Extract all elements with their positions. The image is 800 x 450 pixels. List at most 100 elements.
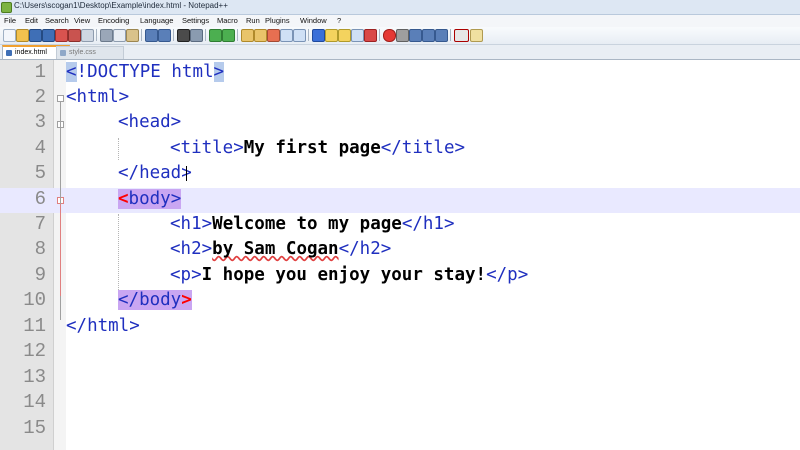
body-open-gt: > <box>170 189 182 209</box>
line-number: 12 <box>23 340 46 362</box>
h1-open-tag: <h1> <box>170 214 213 234</box>
p-text: I hope you enjoy your stay! <box>201 265 487 285</box>
play-macro-icon[interactable] <box>409 29 422 42</box>
line-number: 14 <box>23 391 46 413</box>
replace-icon[interactable] <box>190 29 203 42</box>
function-list-icon[interactable] <box>338 29 351 42</box>
code-line-11: </html> <box>66 316 140 336</box>
p-open-tag: <p> <box>170 265 202 285</box>
record-macro-icon[interactable] <box>383 29 396 42</box>
doc-map-icon[interactable] <box>325 29 338 42</box>
fold-html-icon[interactable] <box>57 95 64 102</box>
stop-macro-icon[interactable] <box>396 29 409 42</box>
toolbar-separator <box>237 29 238 41</box>
save-macro-icon[interactable] <box>435 29 448 42</box>
zoom-out-icon[interactable] <box>222 29 235 42</box>
code-line-10: </body> <box>118 288 192 313</box>
open-file-icon[interactable] <box>16 29 29 42</box>
print-icon[interactable] <box>81 29 94 42</box>
saved-file-icon <box>60 50 66 56</box>
word-wrap-icon[interactable] <box>267 29 280 42</box>
menu-search[interactable]: Search <box>45 16 69 25</box>
code-line-7: <h1>Welcome to my page</h1> <box>170 212 455 237</box>
menu-language[interactable]: Language <box>140 16 173 25</box>
show-all-chars-icon[interactable] <box>280 29 293 42</box>
save-icon[interactable] <box>29 29 42 42</box>
toolbar-separator <box>96 29 97 41</box>
line-number: 10 <box>23 289 46 311</box>
menu-settings[interactable]: Settings <box>182 16 209 25</box>
tab-label: index.html <box>15 49 47 56</box>
menu-edit[interactable]: Edit <box>25 16 38 25</box>
code-line-2: <html> <box>66 87 130 107</box>
line-number: 6 <box>34 188 46 210</box>
copy-icon[interactable] <box>113 29 126 42</box>
zoom-in-icon[interactable] <box>209 29 222 42</box>
menu-plugins[interactable]: Plugins <box>265 16 290 25</box>
p-close-tag: </p> <box>486 265 529 285</box>
menu-help[interactable]: ? <box>337 16 341 25</box>
menu-encoding[interactable]: Encoding <box>98 16 129 25</box>
tab-style-css[interactable]: style.css <box>56 46 124 59</box>
spell-check-icon[interactable] <box>454 29 469 42</box>
user-language-icon[interactable] <box>312 29 325 42</box>
sync-horizontal-icon[interactable] <box>254 29 267 42</box>
line-number: 1 <box>34 61 46 83</box>
new-file-icon[interactable] <box>3 29 16 42</box>
close-all-icon[interactable] <box>68 29 81 42</box>
notepad-plus-plus-icon <box>1 2 12 13</box>
toolbar-separator <box>308 29 309 41</box>
h1-close-tag: </h1> <box>401 214 455 234</box>
menu-window[interactable]: Window <box>300 16 327 25</box>
play-macro-multiple-icon[interactable] <box>422 29 435 42</box>
line-number: 4 <box>34 137 46 159</box>
saved-file-icon <box>6 50 12 56</box>
menu-run[interactable]: Run <box>246 16 260 25</box>
toolbar-separator <box>379 29 380 41</box>
toolbar-separator <box>205 29 206 41</box>
body-open-name: body <box>128 189 171 209</box>
spell-check-settings-icon[interactable] <box>470 29 483 42</box>
line-number: 13 <box>23 366 46 388</box>
h2-close-tag: </h2> <box>338 239 392 259</box>
indent-guide <box>118 214 119 290</box>
redo-icon[interactable] <box>158 29 171 42</box>
fold-line-active <box>60 204 61 296</box>
body-close-gt: > <box>181 290 192 310</box>
toolbar-separator <box>173 29 174 41</box>
paste-icon[interactable] <box>126 29 139 42</box>
indent-guide-icon[interactable] <box>293 29 306 42</box>
code-line-9: <p>I hope you enjoy your stay!</p> <box>170 263 528 288</box>
find-icon[interactable] <box>177 29 190 42</box>
window-title: C:\Users\scogan1\Desktop\Example\index.h… <box>14 1 228 10</box>
sync-vertical-icon[interactable] <box>241 29 254 42</box>
line-number: 2 <box>34 86 46 108</box>
code-line-6: <body> <box>118 187 182 212</box>
close-file-icon[interactable] <box>55 29 68 42</box>
save-all-icon[interactable] <box>42 29 55 42</box>
body-open-lt: < <box>118 189 129 209</box>
line-number: 3 <box>34 111 46 133</box>
monitoring-icon[interactable] <box>364 29 377 42</box>
menu-file[interactable]: File <box>4 16 16 25</box>
line-number: 15 <box>23 417 46 439</box>
title-close-tag: </title> <box>380 138 466 158</box>
undo-icon[interactable] <box>145 29 158 42</box>
indent-guide <box>118 138 119 160</box>
cut-icon[interactable] <box>100 29 113 42</box>
toolbar-separator <box>450 29 451 41</box>
tab-label: style.css <box>69 49 96 56</box>
editor-area[interactable]: 1 2 3 4 5 6 7 8 9 10 11 12 13 14 15 <!DO… <box>0 60 800 450</box>
code-line-3: <head> <box>118 112 182 132</box>
code-line-4: <title>My first page</title> <box>170 136 465 161</box>
toolbar <box>0 27 800 45</box>
folder-workspace-icon[interactable] <box>351 29 364 42</box>
body-close-name: body <box>139 290 182 310</box>
menu-macro[interactable]: Macro <box>217 16 238 25</box>
h2-open-tag: <h2> <box>170 239 213 259</box>
tab-bar: index.html style.css <box>0 45 800 60</box>
line-number: 11 <box>23 315 46 337</box>
title-open-tag: <title> <box>170 138 244 158</box>
line-number: 8 <box>34 238 46 260</box>
menu-view[interactable]: View <box>74 16 90 25</box>
